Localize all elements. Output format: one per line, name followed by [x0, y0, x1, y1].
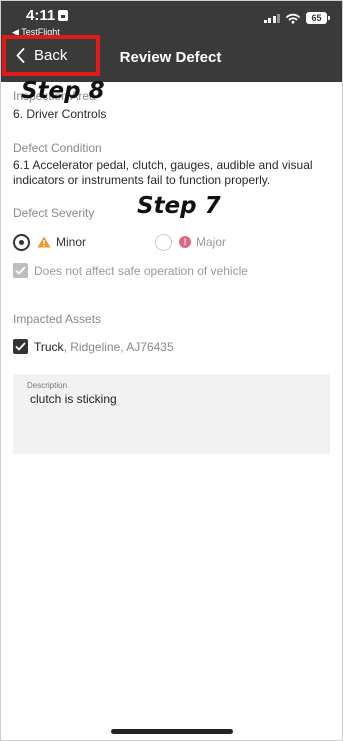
inspection-area-value: 6. Driver Controls [13, 107, 107, 121]
asset-detail: , Ridgeline, AJ76435 [63, 339, 174, 354]
severity-option-minor[interactable]: Minor [13, 232, 86, 252]
major-radio[interactable] [155, 233, 172, 251]
safe-operation-checkbox-row[interactable]: Does not affect safe operation of vehicl… [13, 263, 248, 278]
battery-icon: 65 [306, 12, 330, 24]
asset-type: Truck [34, 339, 64, 354]
safe-operation-label: Does not affect safe operation of vehicl… [34, 263, 248, 278]
step-7-annotation: Step 7 [137, 193, 221, 219]
alert-icon: ! [179, 236, 191, 248]
defect-condition-value-line2: indicators or instruments fail to functi… [13, 173, 271, 187]
warning-icon [37, 236, 51, 248]
step-8-annotation: Step 8 [21, 78, 105, 104]
status-time: 4:11 [26, 7, 69, 24]
id-badge-icon [58, 10, 69, 21]
defect-condition-label: Defect Condition [13, 141, 102, 155]
description-label: Description [27, 381, 68, 390]
minor-label: Minor [56, 235, 87, 249]
top-bar: 4:11 ◀ TestFlight 65 Back Review Defect [0, 0, 343, 82]
description-value: clutch is sticking [30, 392, 117, 406]
impacted-assets-label: Impacted Assets [13, 312, 102, 326]
page-title-text: Review Defect [119, 49, 222, 66]
page-title: Review Defect [0, 49, 343, 66]
defect-condition-value-line1: 6.1 Accelerator pedal, clutch, gauges, a… [13, 158, 313, 172]
cellular-signal-icon [263, 13, 280, 23]
status-icons: 65 [263, 12, 330, 24]
major-label: Major [196, 235, 227, 249]
status-time-text: 4:11 [26, 7, 56, 24]
wifi-icon [286, 13, 300, 24]
asset-checkbox-row[interactable]: Truck, Ridgeline, AJ76435 [13, 339, 174, 354]
defect-severity-label: Defect Severity [13, 206, 95, 220]
asset-checkbox[interactable] [13, 339, 28, 354]
severity-option-major[interactable]: ! Major [155, 232, 226, 252]
home-indicator [111, 729, 233, 734]
description-field[interactable]: Description clutch is sticking [13, 374, 330, 454]
safe-operation-checkbox[interactable] [13, 263, 28, 278]
checkmark-icon [15, 342, 26, 351]
minor-radio[interactable] [13, 233, 30, 251]
checkmark-icon [15, 266, 26, 275]
